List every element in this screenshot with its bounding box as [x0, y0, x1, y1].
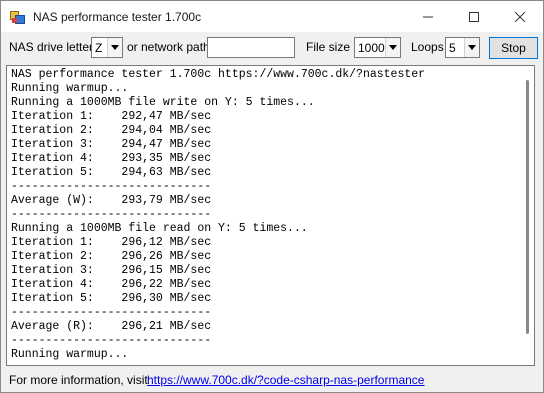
log-line: Iteration 3: 296,15 MB/sec — [11, 264, 212, 277]
log-line: Running a 1000MB file read on Y: 5 times… — [11, 222, 308, 235]
minimize-button[interactable] — [405, 1, 451, 32]
loops-label: Loops — [411, 40, 444, 54]
log-line: Average (W): 293,79 MB/sec — [11, 194, 212, 207]
status-bar: For more information, visit https://www.… — [1, 367, 543, 393]
log-line: ----------------------------- — [11, 334, 212, 347]
scrollbar-thumb[interactable] — [526, 80, 529, 334]
log-line: Iteration 1: 296,12 MB/sec — [11, 236, 212, 249]
chevron-down-icon — [107, 38, 122, 57]
toolbar: NAS drive letter Z or network path File … — [1, 32, 543, 62]
maximize-button[interactable] — [451, 1, 497, 32]
info-link[interactable]: https://www.700c.dk/?code-csharp-nas-per… — [147, 373, 424, 387]
drive-letter-select[interactable]: Z — [91, 37, 123, 58]
output-log[interactable]: NAS performance tester 1.700c https://ww… — [6, 65, 535, 366]
drive-letter-value: Z — [95, 40, 103, 55]
log-line: ----------------------------- — [11, 306, 212, 319]
window-title: NAS performance tester 1.700c — [33, 9, 202, 24]
network-path-input[interactable] — [207, 37, 295, 58]
info-label: For more information, visit — [9, 373, 148, 387]
vertical-scrollbar[interactable] — [520, 66, 534, 365]
loops-select[interactable]: 5 — [445, 37, 480, 58]
app-icon — [10, 9, 26, 25]
stop-button[interactable]: Stop — [489, 37, 538, 59]
output-lines: NAS performance tester 1.700c https://ww… — [11, 68, 519, 362]
log-line: NAS performance tester 1.700c https://ww… — [11, 68, 426, 81]
log-line: Running a 1000MB file write on Y: 5 time… — [11, 96, 315, 109]
file-size-select[interactable]: 1000 — [354, 37, 401, 58]
chevron-down-icon — [385, 38, 400, 57]
log-line: Iteration 4: 296,22 MB/sec — [11, 278, 212, 291]
network-path-label: or network path — [127, 40, 210, 54]
log-line: Average (R): 296,21 MB/sec — [11, 320, 212, 333]
log-line: Iteration 2: 296,26 MB/sec — [11, 250, 212, 263]
drive-letter-label: NAS drive letter — [9, 40, 94, 54]
log-line: ----------------------------- — [11, 208, 212, 221]
file-size-value: 1000 — [358, 40, 385, 55]
log-line: Iteration 2: 294,04 MB/sec — [11, 124, 212, 137]
minimize-icon — [423, 16, 433, 17]
log-line: Iteration 5: 294,63 MB/sec — [11, 166, 212, 179]
title-bar[interactable]: NAS performance tester 1.700c — [1, 1, 543, 32]
log-line: Iteration 4: 293,35 MB/sec — [11, 152, 212, 165]
log-line: Iteration 3: 294,47 MB/sec — [11, 138, 212, 151]
close-icon — [515, 11, 525, 22]
log-line: Iteration 1: 292,47 MB/sec — [11, 110, 212, 123]
file-size-label: File size — [306, 40, 351, 54]
chevron-down-icon — [464, 38, 479, 57]
maximize-icon — [469, 11, 479, 22]
log-line: ----------------------------- — [11, 180, 212, 193]
log-line: Running warmup... — [11, 82, 129, 95]
loops-value: 5 — [449, 40, 456, 55]
app-window: NAS performance tester 1.700c NAS drive … — [0, 0, 544, 393]
log-line: Iteration 5: 296,30 MB/sec — [11, 292, 212, 305]
close-button[interactable] — [497, 1, 543, 32]
log-line: Running warmup... — [11, 348, 129, 361]
